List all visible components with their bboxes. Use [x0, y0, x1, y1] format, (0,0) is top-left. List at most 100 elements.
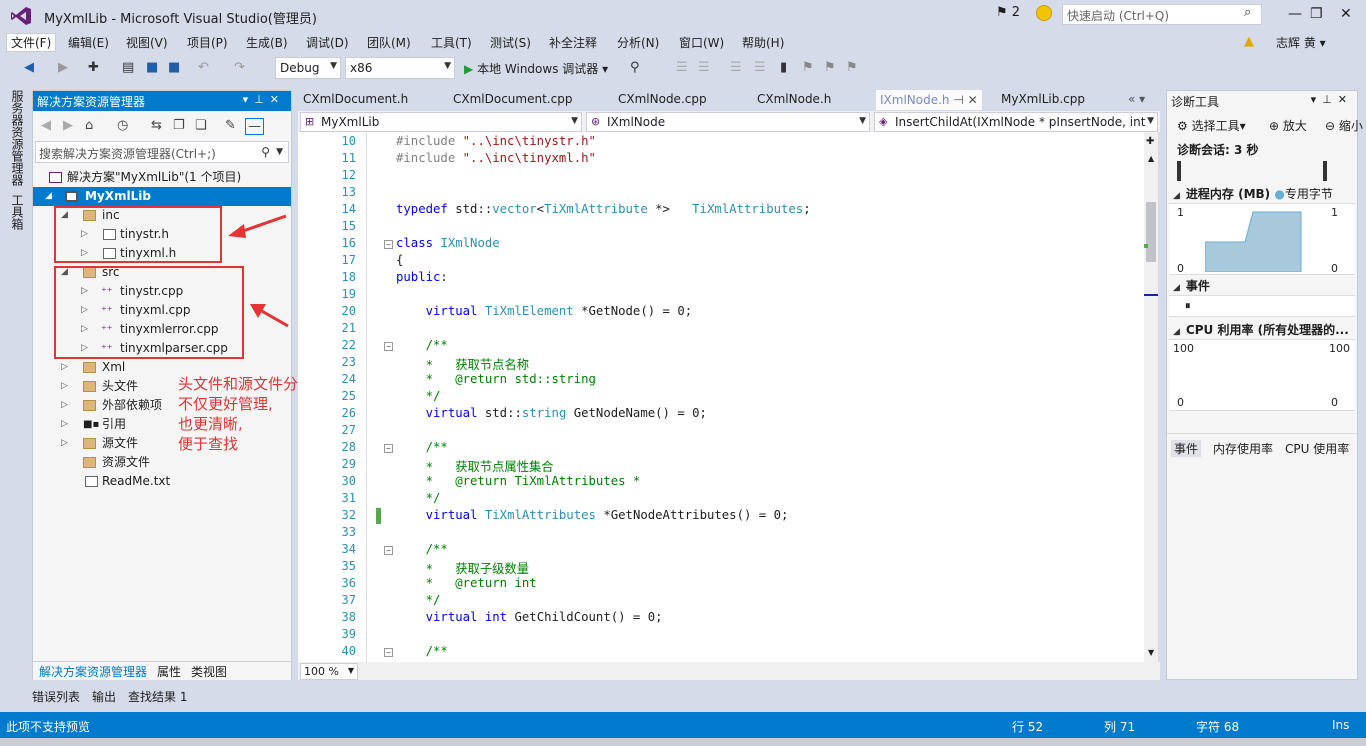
back-icon[interactable]: ◀ — [24, 60, 34, 75]
tab-cxmldocument-h[interactable]: CXmlDocument.h — [303, 92, 408, 106]
tree-project[interactable]: ◢ MyXmlLib — [33, 187, 291, 206]
menu-test[interactable]: 测试(S) — [486, 34, 535, 51]
home-icon[interactable]: ⌂ — [85, 118, 93, 133]
collapse-all-icon[interactable]: ❐ — [173, 118, 185, 133]
menu-tools[interactable]: 工具(T) — [427, 34, 476, 51]
maximize-button[interactable]: ❐ — [1310, 6, 1323, 22]
timeline-start-handle[interactable] — [1177, 161, 1181, 181]
menu-complete-comment[interactable]: 补全注释 — [545, 34, 601, 51]
editor-vertical-scrollbar[interactable]: ✚ ▲ ▼ — [1144, 132, 1158, 662]
close-icon[interactable]: ✕ — [968, 93, 978, 107]
tab-class-view[interactable]: 类视图 — [191, 663, 227, 680]
tab-overflow-icon[interactable]: « ▾ — [1128, 92, 1145, 106]
bookmark-icon[interactable]: ▮ — [780, 60, 787, 75]
tab-events[interactable]: 事件 — [1171, 440, 1202, 457]
menu-file[interactable]: 文件(F) — [6, 33, 57, 52]
tab-cxmldocument-cpp[interactable]: CXmlDocument.cpp — [453, 92, 572, 106]
tab-properties[interactable]: 属性 — [157, 663, 181, 680]
minimize-button[interactable]: — — [1288, 6, 1302, 22]
tree-solution[interactable]: 解决方案"MyXmlLib"(1 个项目) — [33, 168, 291, 187]
timeline-ruler[interactable] — [1169, 159, 1355, 181]
zoom-in-button[interactable]: ⊕ 放大 — [1269, 117, 1307, 134]
class-dropdown[interactable]: ⊛ IXmlNode ▼ — [586, 112, 870, 132]
cpu-section-header[interactable]: ◢ CPU 利用率 (所有处理器的... — [1173, 321, 1349, 338]
tab-error-list[interactable]: 错误列表 — [32, 688, 80, 705]
menu-build[interactable]: 生成(B) — [242, 34, 292, 51]
events-section-header[interactable]: ◢ 事件 — [1173, 277, 1210, 294]
scroll-down-icon[interactable]: ▼ — [1148, 648, 1154, 657]
tab-memory-usage[interactable]: 内存使用率 — [1213, 440, 1273, 457]
prev-bookmark-icon[interactable]: ⚑ — [802, 60, 814, 75]
properties-icon[interactable]: ✎ — [225, 118, 236, 133]
quick-launch-input[interactable]: 快速启动 (Ctrl+Q) — [1062, 4, 1262, 25]
tab-cxmlnode-cpp[interactable]: CXmlNode.cpp — [618, 92, 707, 106]
tab-find-results[interactable]: 查找结果 1 — [128, 688, 187, 705]
save-icon[interactable]: ■ — [146, 60, 158, 75]
zoom-dropdown[interactable]: 100 % ▼ — [300, 663, 358, 680]
scrollbar-thumb[interactable] — [1146, 202, 1156, 262]
menu-team[interactable]: 团队(M) — [363, 34, 415, 51]
back-icon[interactable]: ◀ — [41, 118, 51, 133]
tree-file[interactable]: ReadMe.txt — [33, 472, 291, 491]
collapse-icon[interactable]: ▷ — [61, 358, 68, 377]
fold-toggle-icon[interactable]: − — [384, 546, 393, 555]
panel-window-controls[interactable]: ▾⊥✕ — [1311, 93, 1353, 106]
fold-toggle-icon[interactable]: − — [384, 444, 393, 453]
new-project-icon[interactable]: ✚ — [88, 60, 99, 75]
indent-icon[interactable]: ☰ — [676, 60, 688, 75]
menu-view[interactable]: 视图(V) — [122, 34, 172, 51]
collapse-icon[interactable]: ▷ — [61, 396, 68, 415]
show-all-files-icon[interactable]: ❏ — [195, 118, 207, 133]
save-all-icon[interactable]: ■ — [168, 60, 180, 75]
uncomment-icon[interactable]: ☰ — [754, 60, 766, 75]
scroll-up-icon[interactable]: ▲ — [1148, 154, 1154, 163]
timeline-end-handle[interactable] — [1323, 161, 1327, 181]
configuration-dropdown[interactable]: Debug ▼ — [275, 57, 341, 79]
search-icon[interactable]: ⌕ — [1244, 5, 1251, 20]
fold-toggle-icon[interactable]: − — [384, 648, 393, 657]
start-debugger-button[interactable]: ▶ 本地 Windows 调试器 ▾ — [464, 60, 608, 77]
fold-toggle-icon[interactable]: − — [384, 240, 393, 249]
forward-icon[interactable]: ▶ — [58, 60, 68, 75]
feedback-smiley-icon[interactable] — [1036, 5, 1052, 21]
chevron-down-icon[interactable]: ▼ — [276, 147, 283, 157]
member-dropdown[interactable]: ◈ InsertChildAt(IXmlNode * pInsertNode, i… — [874, 112, 1158, 132]
tab-myxmllib-cpp[interactable]: MyXmlLib.cpp — [1001, 92, 1085, 106]
comment-icon[interactable]: ☰ — [730, 60, 742, 75]
menu-debug[interactable]: 调试(D) — [302, 34, 353, 51]
select-tool-button[interactable]: ⚙ 选择工具▾ — [1177, 117, 1246, 134]
tab-output[interactable]: 输出 — [92, 688, 116, 705]
tab-cpu-usage[interactable]: CPU 使用率 — [1285, 440, 1349, 457]
sync-icon[interactable]: ⇆ — [151, 118, 162, 133]
expand-icon[interactable]: ◢ — [45, 187, 52, 206]
menu-analyze[interactable]: 分析(N) — [613, 34, 663, 51]
fold-toggle-icon[interactable]: − — [384, 342, 393, 351]
toolbox-tab[interactable]: 工具箱 — [9, 194, 26, 230]
menu-project[interactable]: 项目(P) — [183, 34, 232, 51]
undo-icon[interactable]: ↶ — [198, 60, 209, 75]
notification-flag-icon[interactable]: ⚑ 2 — [996, 5, 1020, 20]
user-account[interactable]: 志辉 黄 ▾ — [1276, 34, 1326, 51]
preview-icon[interactable]: — — [245, 118, 264, 135]
panel-window-controls[interactable]: ▾⊥✕ — [243, 93, 285, 106]
zoom-out-button[interactable]: ⊖ 缩小 — [1325, 117, 1363, 134]
menu-edit[interactable]: 编辑(E) — [64, 34, 113, 51]
next-bookmark-icon[interactable]: ⚑ — [824, 60, 836, 75]
platform-dropdown[interactable]: x86 ▼ — [345, 57, 455, 79]
project-dropdown[interactable]: ⊞ MyXmlLib ▼ — [300, 112, 582, 132]
split-icon[interactable]: ✚ — [1146, 136, 1154, 147]
close-button[interactable]: ✕ — [1340, 6, 1352, 22]
history-icon[interactable]: ◷ — [117, 118, 128, 133]
warning-icon[interactable]: ▲ — [1244, 34, 1254, 49]
menu-help[interactable]: 帮助(H) — [738, 34, 788, 51]
tree-folder[interactable]: 资源文件 — [33, 453, 291, 472]
server-explorer-tab[interactable]: 服务器资源管理器 — [9, 90, 26, 186]
forward-icon[interactable]: ▶ — [63, 118, 73, 133]
outdent-icon[interactable]: ☰ — [698, 60, 710, 75]
pause-icon[interactable]: ⏸ — [1185, 299, 1191, 313]
tab-cxmlnode-h[interactable]: CXmlNode.h — [757, 92, 831, 106]
menu-window[interactable]: 窗口(W) — [675, 34, 728, 51]
code-editor[interactable]: 10 #include "..\inc\tinystr.h" 11 #include … — [298, 132, 1144, 662]
collapse-icon[interactable]: ▷ — [61, 434, 68, 453]
collapse-icon[interactable]: ▷ — [61, 377, 68, 396]
